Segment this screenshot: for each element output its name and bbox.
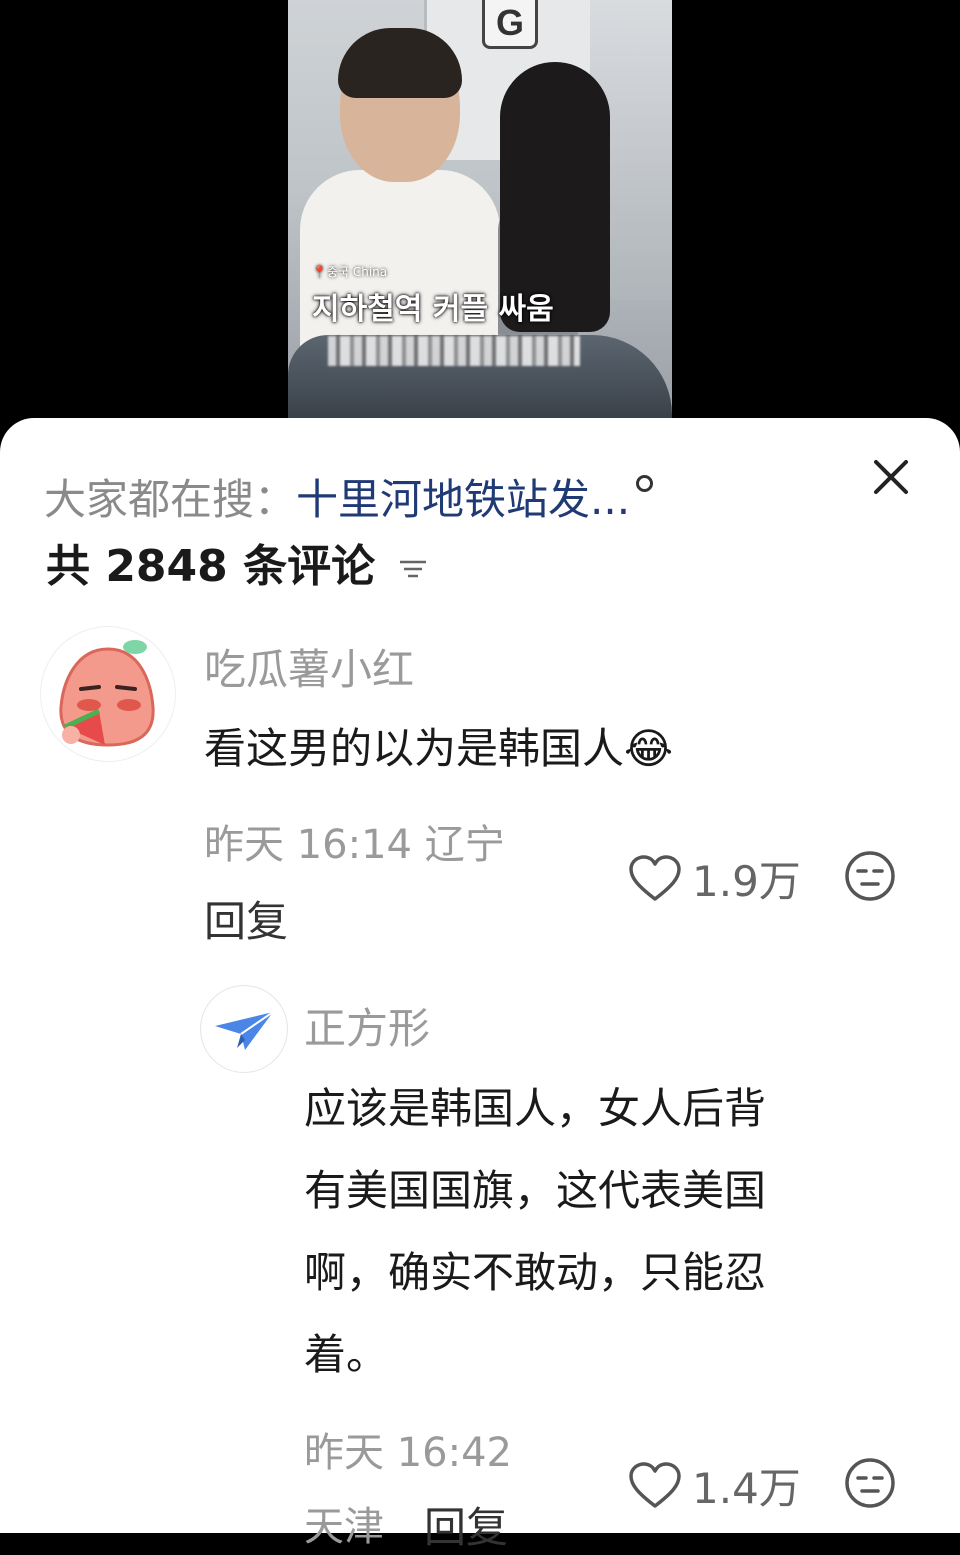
- like-button[interactable]: 1.9万: [628, 848, 801, 909]
- heart-icon: [629, 854, 681, 901]
- trending-search-query[interactable]: 十里河地铁站发...: [296, 475, 630, 524]
- dislike-face-icon[interactable]: [844, 1457, 896, 1509]
- reply-like-button[interactable]: 1.4万: [628, 1455, 801, 1516]
- close-icon[interactable]: [868, 454, 914, 500]
- avatar-potato-icon: [59, 640, 155, 747]
- trending-search[interactable]: 大家都在搜：十里河地铁站发...: [44, 466, 654, 527]
- comment-username[interactable]: 吃瓜薯小红: [204, 636, 414, 697]
- dislike-face-icon[interactable]: [844, 850, 896, 902]
- reply-text-line: 啊，确实不敢动，只能忍: [304, 1248, 767, 1297]
- video-caption: 지하철역 커플 싸움: [312, 292, 554, 327]
- comment-region: 辽宁: [424, 822, 505, 868]
- reply-text-line: 应该是韩国人，女人后背: [304, 1084, 767, 1133]
- comment-text-body: 看这男的以为是韩国人: [204, 724, 625, 773]
- reply-reply-button[interactable]: 回复: [424, 1494, 508, 1555]
- paper-plane-icon: [215, 1011, 274, 1050]
- comment-time: 昨天 16:14: [204, 822, 412, 868]
- heart-icon: [629, 1461, 681, 1508]
- like-count: 1.9万: [692, 857, 801, 906]
- reply-text-line: 有美国国旗，这代表美国: [304, 1166, 767, 1215]
- reply-text: 应该是韩国人，女人后背 有美国国旗，这代表美国 啊，确实不敢动，只能忍 着。: [304, 1068, 766, 1396]
- laughing-emoji-icon: 😂: [624, 724, 674, 773]
- comment-text: 看这男的以为是韩国人😂: [204, 708, 673, 790]
- sort-filter-icon[interactable]: [398, 558, 428, 580]
- comment-count: 共 2848 条评论: [46, 530, 428, 594]
- reply-avatar[interactable]: [200, 985, 288, 1073]
- trending-search-prefix: 大家都在搜：: [44, 475, 297, 524]
- reply-region: 天津: [304, 1504, 384, 1550]
- video-subtitle-mosaic: [328, 336, 580, 366]
- reply-like-count: 1.4万: [692, 1464, 801, 1513]
- comment-meta: 昨天 16:14 辽宁: [204, 812, 505, 870]
- reply-username[interactable]: 正方形: [304, 995, 430, 1056]
- video-player[interactable]: G 📍중국 China 지하철역 커플 싸움: [0, 0, 960, 440]
- search-icon[interactable]: [636, 475, 654, 492]
- video-sign: G: [482, 0, 538, 49]
- video-location-tag: 📍중국 China: [312, 265, 388, 279]
- reply-time: 昨天 16:42: [304, 1430, 512, 1476]
- avatar[interactable]: [40, 626, 176, 762]
- reply-text-line: 着。: [304, 1330, 389, 1379]
- comment-count-label: 共 2848 条评论: [46, 541, 376, 592]
- reply-button[interactable]: 回复: [204, 888, 288, 949]
